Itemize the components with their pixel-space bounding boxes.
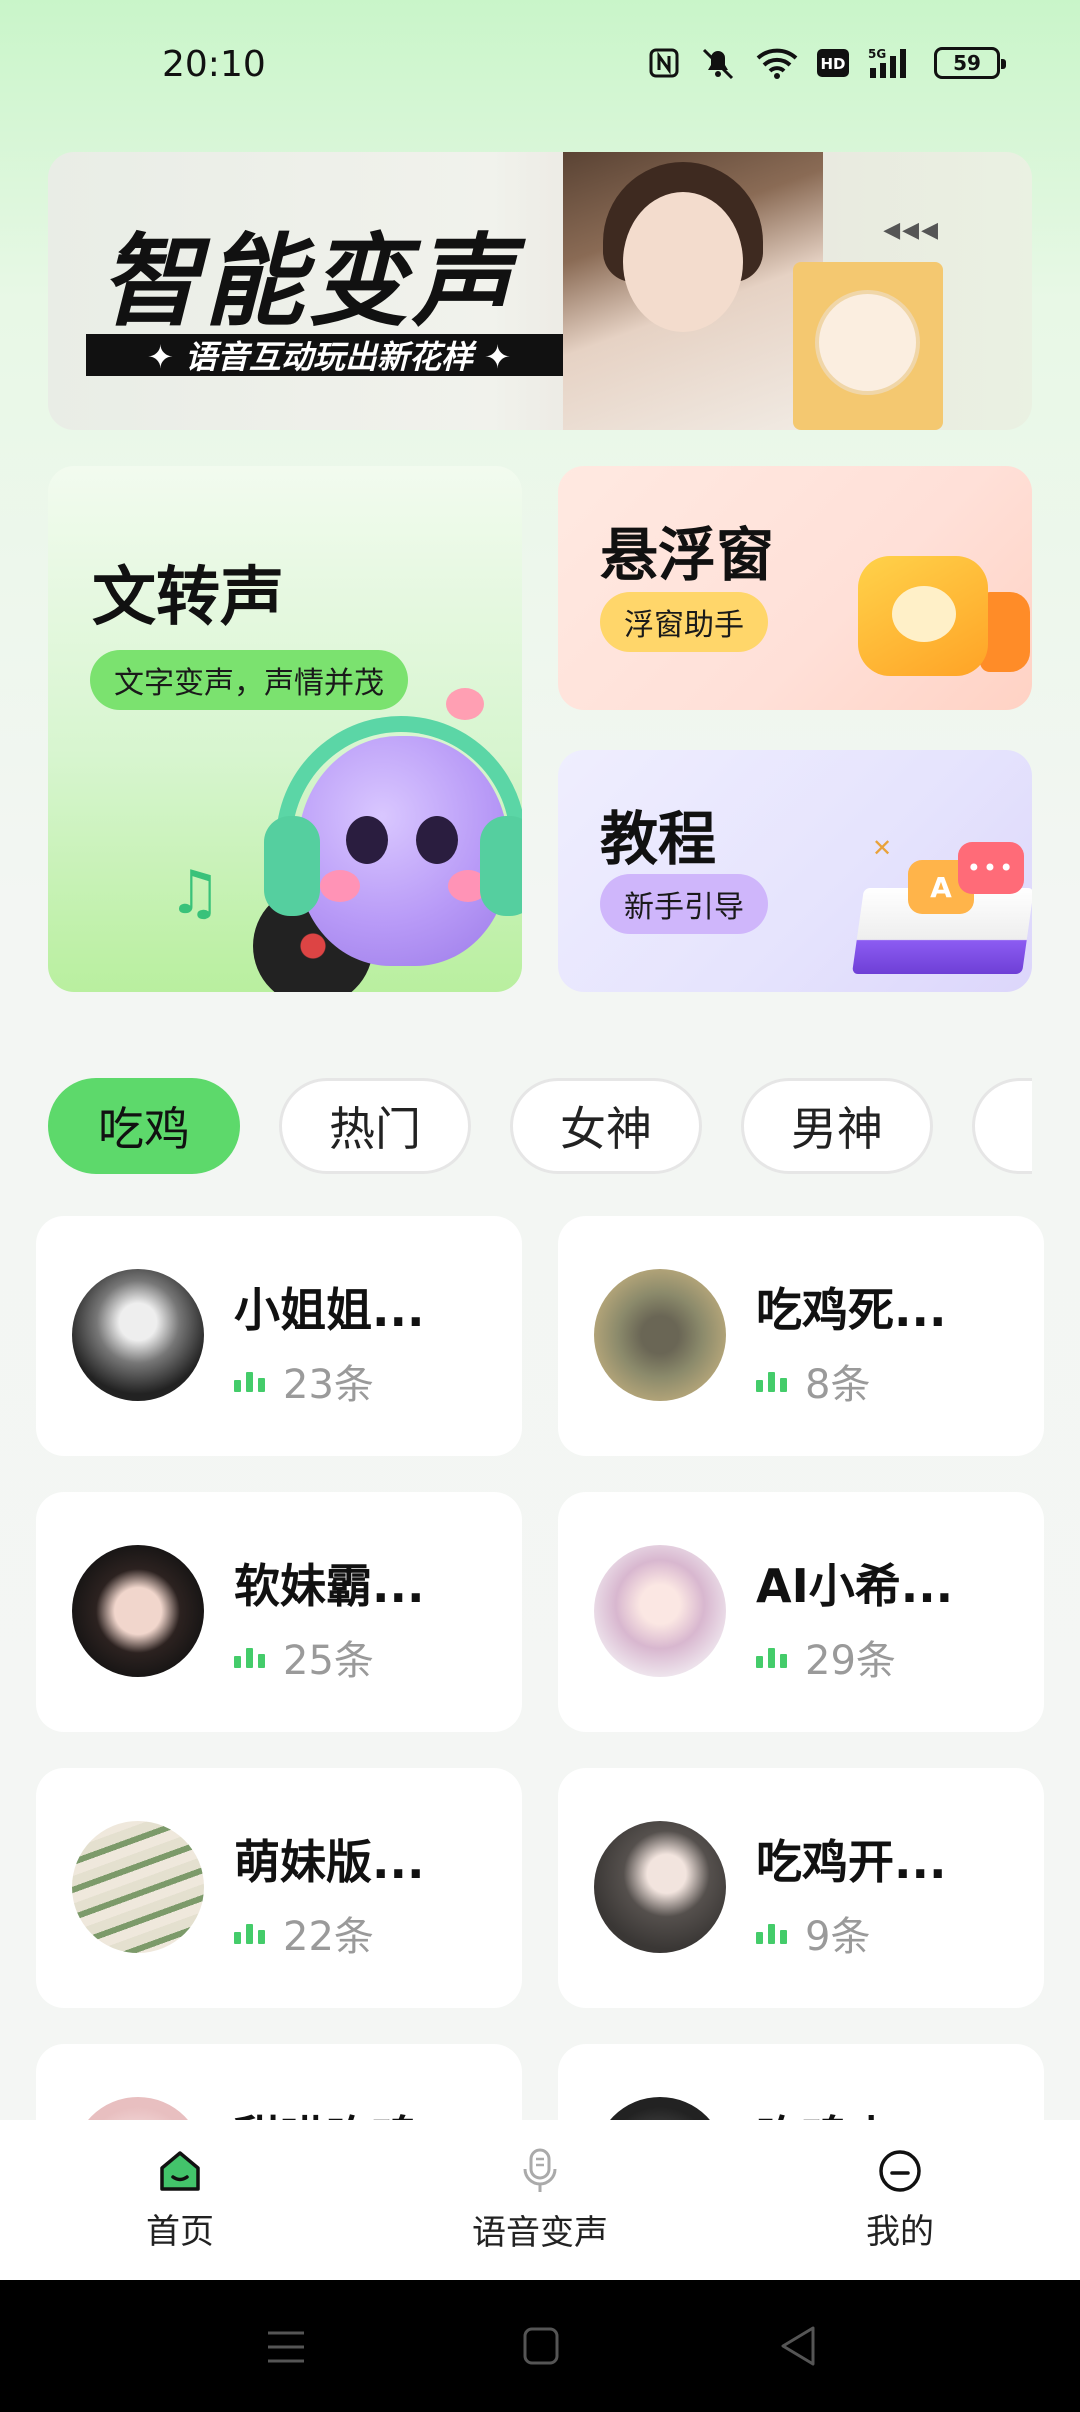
text-to-voice-title: 文转声 [92,561,284,635]
microphone-icon [523,2148,557,2192]
voice-pack-count: 23条 [234,1352,374,1410]
voice-pack-count-text: 25条 [283,1638,374,1684]
voice-pack-name: AI小希... [756,1559,954,1613]
bar-chart-icon [756,1370,787,1392]
voice-pack-name: 小姐姐... [234,1283,425,1337]
voice-pack-count-text: 29条 [805,1638,896,1684]
tutorial-title: 教程 [600,805,717,873]
voice-pack-count: 25条 [234,1628,374,1686]
menu-icon[interactable] [266,2328,306,2366]
tutorial-tag: 新手引导 [600,874,768,934]
tab-hot[interactable]: 热门 [279,1078,471,1174]
voice-pack-avatar [594,1269,726,1401]
home-square-icon[interactable] [522,2326,560,2366]
status-bar: 20:10 HD 5G 59 [0,0,1080,140]
status-time: 20:10 [162,44,266,85]
voice-pack-card[interactable]: 吃鸡开... 9条 [558,1768,1044,2008]
mute-icon [702,48,734,80]
nav-voice-change-label: 语音变声 [472,2212,608,2253]
headphone-cup-right [480,816,522,916]
camera-mascot-illustration [858,556,988,676]
voice-pack-card[interactable]: 软妹霸... 25条 [36,1492,522,1732]
voice-pack-count-text: 8条 [805,1362,871,1408]
text-to-voice-card[interactable]: 文转声 文字变声，声情并茂 ♫ [48,466,522,992]
voice-pack-name: 吃鸡死... [756,1283,947,1337]
voice-pack-avatar [594,1821,726,1953]
signal-5g-icon: 5G [868,47,906,78]
voice-pack-count: 29条 [756,1628,896,1686]
voice-pack-card[interactable]: 小姐姐... 23条 [36,1216,522,1456]
banner-arrows: ◀◀◀ [883,218,940,243]
voice-pack-count-text: 22条 [283,1914,374,1960]
category-tabs: 吃鸡 热门 女神 男神 大 [48,1078,1032,1174]
voice-pack-name: 软妹霸... [234,1559,425,1613]
voice-pack-avatar [72,1821,204,1953]
voice-pack-avatar [594,1545,726,1677]
banner-cartoon-avatar [793,262,943,430]
floating-window-title: 悬浮窗 [600,521,775,589]
nav-voice-change[interactable]: 语音变声 [390,2120,690,2280]
voice-pack-count: 8条 [756,1352,870,1410]
voice-pack-count-text: 9条 [805,1914,871,1960]
mascot-illustration [298,736,508,966]
tab-chiji[interactable]: 吃鸡 [48,1078,240,1174]
tab-goddess[interactable]: 女神 [510,1078,702,1174]
battery-level: 59 [953,51,981,75]
voice-pack-avatar [72,1545,204,1677]
home-icon [160,2150,200,2191]
banner-title: 智能变声 [100,223,516,340]
tab-male-god[interactable]: 男神 [741,1078,933,1174]
hd-icon: HD [817,49,849,77]
nav-home-label: 首页 [146,2211,214,2252]
bar-chart-icon [756,1646,787,1668]
voice-pack-count-text: 23条 [283,1362,374,1408]
system-navigation-bar [0,2280,1080,2412]
voice-pack-avatar [72,1269,204,1401]
bottom-navigation: 首页 语音变声 我的 [0,2120,1080,2280]
banner-subtitle: ✦ 语音互动玩出新花样 ✦ [86,334,572,376]
bar-chart-icon [756,1922,787,1944]
heart-decoration [446,688,484,720]
profile-icon [879,2149,921,2192]
tutorial-card[interactable]: 教程 新手引导 ✕ A ••• [558,750,1032,992]
floating-window-tag: 浮窗助手 [600,592,768,652]
voice-pack-card[interactable]: 萌妹版... 22条 [36,1768,522,2008]
voice-pack-count: 9条 [756,1904,870,1962]
svg-text:HD: HD [820,55,845,73]
bar-chart-icon [234,1370,265,1392]
tab-more[interactable]: 大 [972,1078,1032,1174]
wifi-icon [756,48,798,79]
voice-pack-name: 吃鸡开... [756,1835,947,1889]
voice-pack-count: 22条 [234,1904,374,1962]
chat-bubble-dots-icon: ••• [958,842,1024,894]
voice-pack-card[interactable]: AI小希... 29条 [558,1492,1044,1732]
voice-pack-card[interactable]: 吃鸡死... 8条 [558,1216,1044,1456]
nav-mine[interactable]: 我的 [750,2120,1050,2280]
nav-mine-label: 我的 [866,2211,934,2252]
status-icons: HD 5G 59 [648,46,1006,80]
back-icon[interactable] [778,2324,818,2368]
promo-banner[interactable]: 智能变声 ✦ 语音互动玩出新花样 ✦ ◀◀◀ [48,152,1032,430]
battery-indicator: 59 [934,47,1006,79]
bar-chart-icon [234,1922,265,1944]
floating-window-card[interactable]: 悬浮窗 浮窗助手 [558,466,1032,710]
voice-pack-name: 萌妹版... [234,1835,425,1889]
svg-text:5G: 5G [868,47,886,61]
music-note-icon: ♫ [168,858,222,928]
nav-home[interactable]: 首页 [30,2120,330,2280]
sparkle-icon: ✕ [872,834,893,862]
banner-photo [563,152,823,430]
headphone-cup-left [264,816,320,916]
nfc-icon [649,48,679,78]
bar-chart-icon [234,1646,265,1668]
text-to-voice-tag: 文字变声，声情并茂 [90,650,408,710]
